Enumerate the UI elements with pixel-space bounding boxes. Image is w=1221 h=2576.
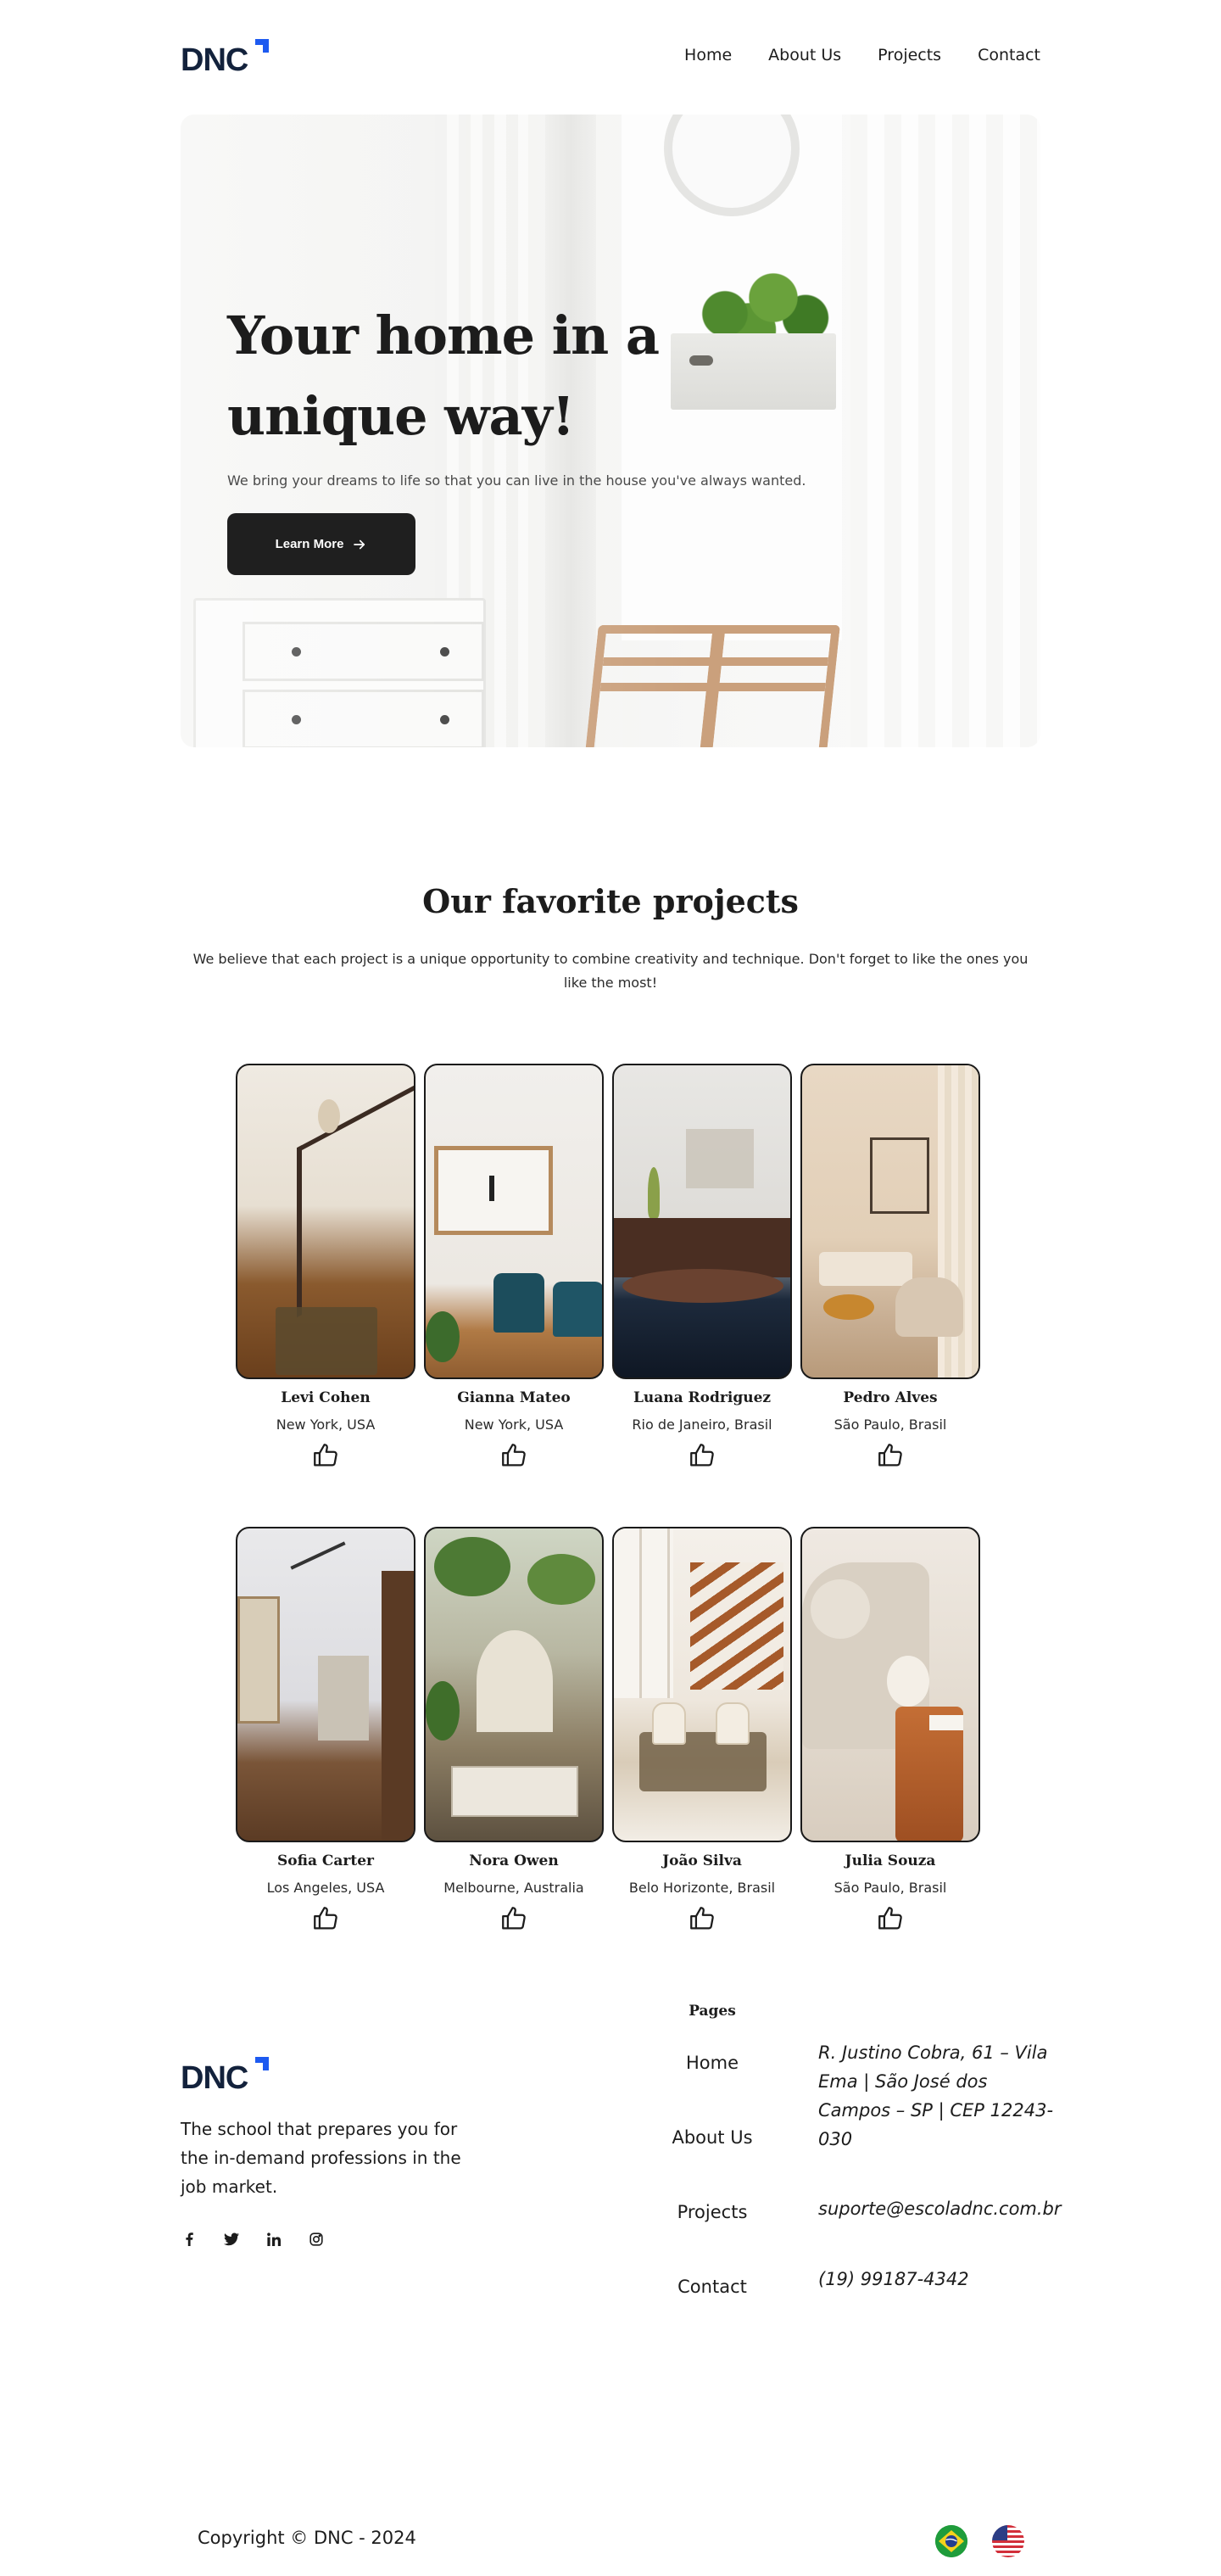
project-card: Nora Owen Melbourne, Australia [424,1527,604,1933]
thumbs-up-icon[interactable] [499,1904,528,1933]
footer-link-contact[interactable]: Contact [644,2277,780,2297]
project-card: Julia Souza São Paulo, Brasil [800,1527,980,1933]
thumbs-up-icon[interactable] [311,1904,340,1933]
facebook-icon[interactable] [181,2231,198,2248]
thumbs-up-icon[interactable] [876,1441,905,1470]
site-header: DNC Home About Us Projects Contact [181,32,1040,83]
logo-mark-icon [255,2057,269,2070]
project-name: Pedro Alves [843,1389,938,1406]
project-card: Levi Cohen New York, USA [236,1064,415,1470]
thumbs-up-icon[interactable] [688,1904,716,1933]
projects-subtitle: We believe that each project is a unique… [192,951,1029,991]
project-card: Gianna Mateo New York, USA [424,1064,604,1470]
learn-more-button[interactable]: Learn More [227,513,415,575]
footer-phone[interactable]: (19) 99187-4342 [818,2265,1056,2294]
projects-title: Our favorite projects [422,882,799,920]
thumbs-up-icon[interactable] [876,1904,905,1933]
footer-logo-text: DNC [181,2060,248,2096]
logo-mark-icon [255,39,269,53]
footer-address: R. Justino Cobra, 61 – Vila Ema | São Jo… [818,2042,1054,2149]
footer-email[interactable]: suporte@escoladnc.com.br [818,2194,1062,2223]
brazil-flag-icon[interactable] [935,2525,967,2557]
project-photo-sofa-side-table[interactable] [800,1527,980,1842]
footer-link-about-us[interactable]: About Us [644,2127,780,2148]
project-location: Belo Horizonte, Brasil [628,1880,776,1896]
learn-more-label: Learn More [275,537,344,551]
twitter-icon[interactable] [223,2231,240,2248]
project-name: Levi Cohen [281,1389,371,1406]
linkedin-icon[interactable] [265,2231,282,2248]
project-name: Sofia Carter [276,1852,375,1869]
hero-subtitle: We bring your dreams to life so that you… [227,472,806,489]
project-photo-staircase[interactable] [236,1064,415,1379]
footer-tagline: The school that prepares you for the in-… [181,2119,461,2197]
project-photo-beige-lounge[interactable] [800,1064,980,1379]
project-card: Luana Rodriguez Rio de Janeiro, Brasil [612,1064,792,1470]
nav-about-us[interactable]: About Us [768,46,841,64]
project-location: São Paulo, Brasil [834,1880,947,1896]
logo-text: DNC [181,42,248,78]
project-name: Julia Souza [845,1852,936,1869]
project-location: São Paulo, Brasil [834,1417,947,1433]
project-location: New York, USA [464,1417,564,1433]
social-links [181,2231,325,2248]
nav-home[interactable]: Home [684,46,732,64]
hero-title: Your home in a unique way! [227,305,660,447]
dnc-logo[interactable]: DNC [181,36,269,78]
main-nav: Home About Us Projects Contact [684,46,1040,64]
project-name: Nora Owen [469,1852,559,1869]
project-photo-dining-blue-chair[interactable] [424,1064,604,1379]
copyright-text: Copyright © DNC - 2024 [198,2528,416,2548]
project-location: Melbourne, Australia [443,1880,584,1896]
usa-flag-icon[interactable] [992,2525,1024,2557]
project-photo-living-rug[interactable] [612,1064,792,1379]
project-card: João Silva Belo Horizonte, Brasil [612,1527,792,1933]
project-location: New York, USA [276,1417,376,1433]
footer-dnc-logo[interactable]: DNC [181,2057,269,2096]
footer-link-projects[interactable]: Projects [644,2202,780,2222]
project-card: Pedro Alves São Paulo, Brasil [800,1064,980,1470]
hero-banner: Your home in a unique way! We bring your… [181,115,1040,747]
project-location: Los Angeles, USA [266,1880,385,1896]
arrow-right-icon [354,539,365,549]
project-photo-hallway[interactable] [236,1527,415,1842]
project-location: Rio de Janeiro, Brasil [632,1417,772,1433]
project-photo-plants[interactable] [424,1527,604,1842]
footer-link-home[interactable]: Home [644,2053,780,2073]
thumbs-up-icon[interactable] [499,1441,528,1470]
project-name: Gianna Mateo [457,1389,571,1406]
thumbs-up-icon[interactable] [311,1441,340,1470]
project-photo-dining-stairs[interactable] [612,1527,792,1842]
thumbs-up-icon[interactable] [688,1441,716,1470]
instagram-icon[interactable] [308,2231,325,2248]
nav-contact[interactable]: Contact [978,46,1040,64]
project-card: Sofia Carter Los Angeles, USA [236,1527,415,1933]
project-name: João Silva [662,1852,742,1869]
footer-pages-title: Pages [689,2003,736,2020]
project-name: Luana Rodriguez [633,1389,772,1406]
nav-projects[interactable]: Projects [878,46,941,64]
